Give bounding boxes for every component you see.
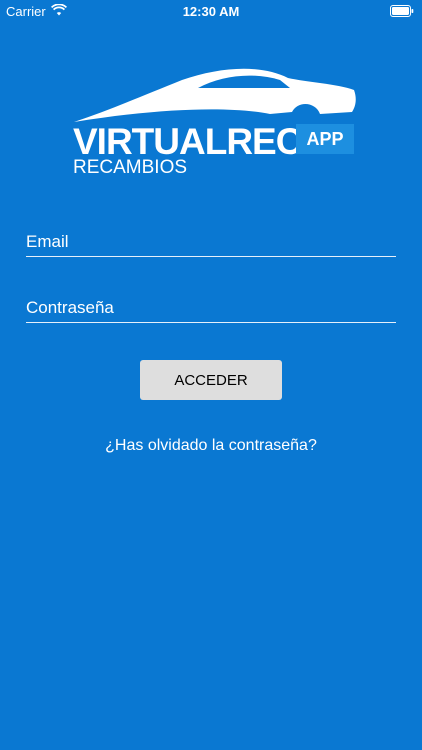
status-time: 12:30 AM xyxy=(182,4,240,19)
brand-name: VIRTUALREC xyxy=(73,121,302,162)
battery-icon xyxy=(390,5,414,17)
email-field[interactable] xyxy=(26,228,396,257)
forgot-password-link[interactable]: ¿Has olvidado la contraseña? xyxy=(0,437,422,455)
status-bar: Carrier 12:30 AM xyxy=(0,0,422,22)
app-badge: APP xyxy=(296,124,354,154)
password-field[interactable] xyxy=(26,294,396,323)
app-logo: VIRTUALREC APP RECAMBIOS xyxy=(70,66,358,181)
login-button[interactable]: ACCEDER xyxy=(140,360,282,400)
car-icon xyxy=(74,68,356,122)
brand-subtitle: RECAMBIOS xyxy=(73,157,188,178)
